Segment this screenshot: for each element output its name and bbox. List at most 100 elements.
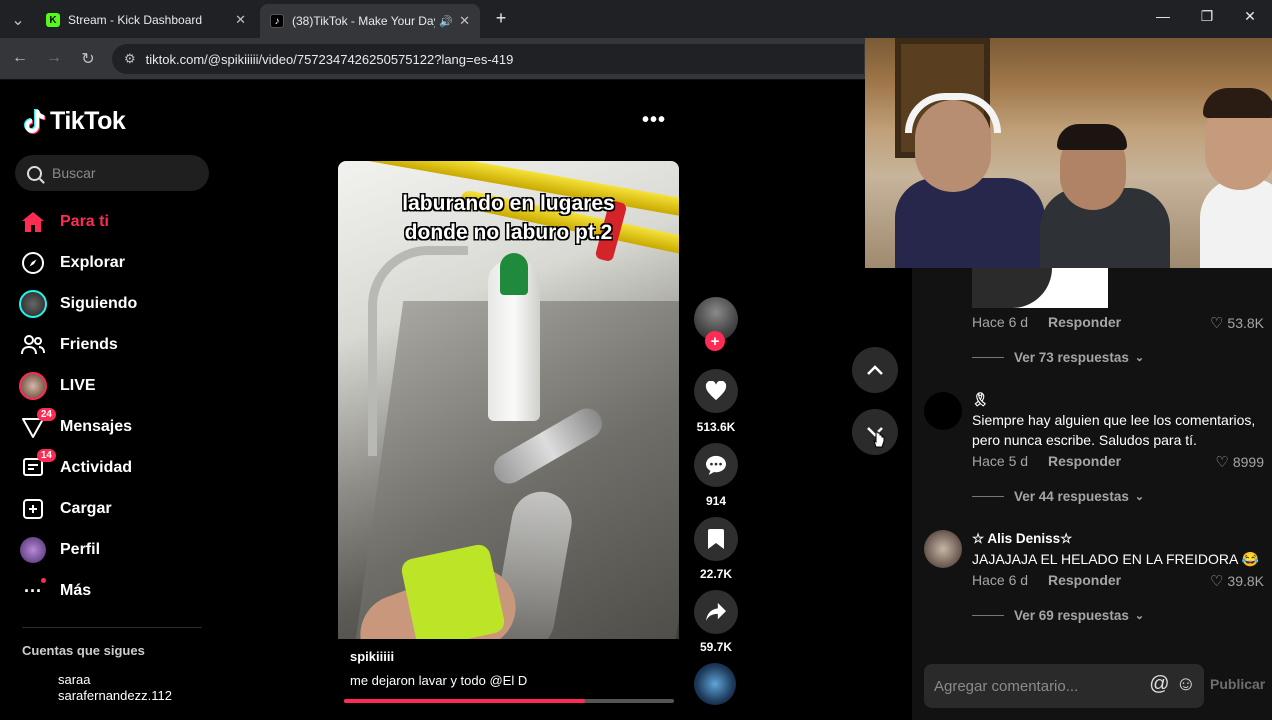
- video-info: spikiiiii me dejaron lavar y todo @El D: [338, 639, 679, 701]
- sidebar-item-siguiendo[interactable]: Siguiendo: [18, 286, 137, 322]
- reply-button[interactable]: Responder: [1048, 572, 1210, 590]
- speaker-icon[interactable]: 🔊: [439, 15, 453, 28]
- tiktok-sidebar: TikTok Buscar Para ti Explorar Siguiendo…: [0, 81, 230, 720]
- bookmark-icon: [708, 529, 724, 549]
- search-icon: [27, 165, 42, 181]
- caption-line: donde no laburo pt.2: [404, 221, 613, 244]
- following-account[interactable]: saraa sarafernandezz.112: [58, 672, 172, 704]
- comment-date: Hace 5 d: [972, 453, 1029, 469]
- like-button[interactable]: [694, 369, 738, 413]
- address-bar[interactable]: ⚙ tiktok.com/@spikiiiii/video/7572347426…: [112, 44, 864, 74]
- comment-username[interactable]: 🎗: [972, 392, 989, 408]
- tab-tiktok[interactable]: ♪ (38)TikTok - Make Your Day 🔊 ✕: [260, 4, 480, 38]
- sidebar-item-actividad[interactable]: 14 Actividad: [18, 449, 132, 486]
- sidebar-item-live[interactable]: LIVE: [18, 368, 96, 404]
- video-player[interactable]: laburando en lugares donde no laburo pt.…: [338, 161, 679, 639]
- video-scene: [399, 542, 507, 639]
- follow-plus-icon[interactable]: +: [705, 331, 725, 351]
- reply-button[interactable]: Responder: [1048, 453, 1215, 471]
- comment-username[interactable]: ☆ Alis Deniss☆: [972, 531, 1072, 547]
- share-icon: [706, 602, 726, 622]
- avatar[interactable]: [924, 392, 962, 430]
- account-handle: sarafernandezz.112: [58, 688, 172, 703]
- like-count: 513.6K: [696, 420, 736, 434]
- sidebar-item-perfil[interactable]: Perfil: [18, 532, 100, 568]
- new-tab-button[interactable]: +: [486, 8, 516, 29]
- share-count: 59.7K: [699, 640, 733, 654]
- chevron-up-icon: [867, 365, 883, 375]
- share-button[interactable]: [694, 590, 738, 634]
- save-button[interactable]: [694, 517, 738, 561]
- previous-video-button[interactable]: [852, 347, 898, 393]
- comment-date: Hace 6 d: [972, 314, 1029, 330]
- close-icon[interactable]: ✕: [459, 13, 470, 29]
- sidebar-item-friends[interactable]: Friends: [18, 327, 118, 363]
- sidebar-item-explorar[interactable]: Explorar: [18, 245, 125, 281]
- video-progress-bar[interactable]: [344, 699, 674, 703]
- sidebar-item-label: Siguiendo: [60, 295, 138, 312]
- sidebar-item-para-ti[interactable]: Para ti: [18, 204, 109, 240]
- tiktok-favicon-icon: ♪: [270, 14, 284, 28]
- kick-favicon-icon: K: [46, 13, 60, 27]
- chevron-down-icon: ⌄: [1134, 491, 1145, 503]
- video-author[interactable]: spikiiiii: [350, 649, 394, 664]
- video-scene: [368, 246, 468, 456]
- tiktok-note-icon: [24, 108, 46, 134]
- more-icon: ···: [18, 576, 48, 606]
- tab-search-icon[interactable]: ⌄: [6, 10, 30, 30]
- sidebar-item-mensajes[interactable]: 24 Mensajes: [18, 408, 133, 445]
- comment-date: Hace 6 d: [972, 572, 1029, 588]
- view-replies-button[interactable]: Ver 44 respuestas ⌄: [972, 489, 1144, 504]
- save-count: 22.7K: [699, 567, 733, 581]
- reload-icon[interactable]: ↻: [76, 49, 100, 69]
- sidebar-item-mas[interactable]: ··· Más: [18, 573, 91, 609]
- avatar[interactable]: [924, 530, 962, 568]
- comment-button[interactable]: [694, 443, 738, 487]
- site-info-icon[interactable]: ⚙: [124, 51, 136, 67]
- emoji-icon[interactable]: ☺: [1176, 673, 1196, 696]
- close-icon[interactable]: ✕: [235, 12, 246, 28]
- comment-like-button[interactable]: ♡ 8999: [1215, 453, 1264, 471]
- comment-input[interactable]: Agregar comentario... @ ☺: [924, 664, 1204, 708]
- live-icon: [18, 371, 48, 401]
- reply-button[interactable]: Responder: [1048, 314, 1210, 332]
- sidebar-item-label: LIVE: [60, 377, 96, 394]
- sidebar-item-cargar[interactable]: Cargar: [18, 491, 112, 527]
- forward-icon[interactable]: →: [42, 49, 66, 67]
- tab-title: (38)TikTok - Make Your Day: [292, 14, 436, 28]
- video-overlay-caption: laburando en lugares donde no laburo pt.…: [338, 189, 679, 247]
- mention-icon[interactable]: @: [1149, 673, 1169, 696]
- sidebar-item-label: Perfil: [60, 541, 101, 558]
- comment-image[interactable]: [972, 268, 1108, 308]
- back-icon[interactable]: ←: [8, 49, 32, 67]
- view-replies-button[interactable]: Ver 69 respuestas ⌄: [972, 608, 1144, 623]
- search-placeholder: Buscar: [52, 165, 96, 181]
- search-input[interactable]: Buscar: [15, 155, 209, 191]
- heart-outline-icon: ♡: [1209, 573, 1224, 590]
- messages-badge: 24: [36, 408, 56, 421]
- view-replies-button[interactable]: Ver 73 respuestas ⌄: [972, 350, 1144, 365]
- account-name: saraa: [58, 672, 91, 687]
- chevron-down-icon: ⌄: [1134, 352, 1145, 364]
- divider: [22, 627, 202, 628]
- comment-text: JAJAJAJA EL HELADO EN LA FREIDORA 😂: [972, 551, 1259, 567]
- restore-button[interactable]: ❐: [1192, 8, 1222, 25]
- sidebar-item-label: Cargar: [60, 500, 112, 517]
- friends-icon: [18, 330, 48, 360]
- music-disc-icon[interactable]: [694, 663, 736, 705]
- tab-kick-dashboard[interactable]: K Stream - Kick Dashboard ✕: [36, 6, 256, 34]
- chevron-down-icon: ⌄: [1134, 610, 1145, 622]
- minimize-button[interactable]: —: [1148, 8, 1178, 24]
- comment-like-button[interactable]: ♡ 53.8K: [1210, 314, 1264, 332]
- close-window-button[interactable]: ✕: [1235, 8, 1265, 25]
- comment-icon: [706, 455, 726, 475]
- activity-badge: 14: [36, 449, 56, 462]
- view-replies-label: Ver 69 respuestas: [1014, 608, 1129, 623]
- more-options-icon[interactable]: •••: [642, 109, 666, 132]
- comment-meta: Hace 6 d Responder ♡ 39.8K: [972, 572, 1264, 590]
- sidebar-item-label: Mensajes: [60, 418, 133, 435]
- tiktok-logo[interactable]: TikTok: [22, 107, 126, 136]
- comment-like-button[interactable]: ♡ 39.8K: [1210, 572, 1264, 590]
- heart-outline-icon: ♡: [1209, 315, 1224, 332]
- publish-button[interactable]: Publicar: [1210, 676, 1265, 692]
